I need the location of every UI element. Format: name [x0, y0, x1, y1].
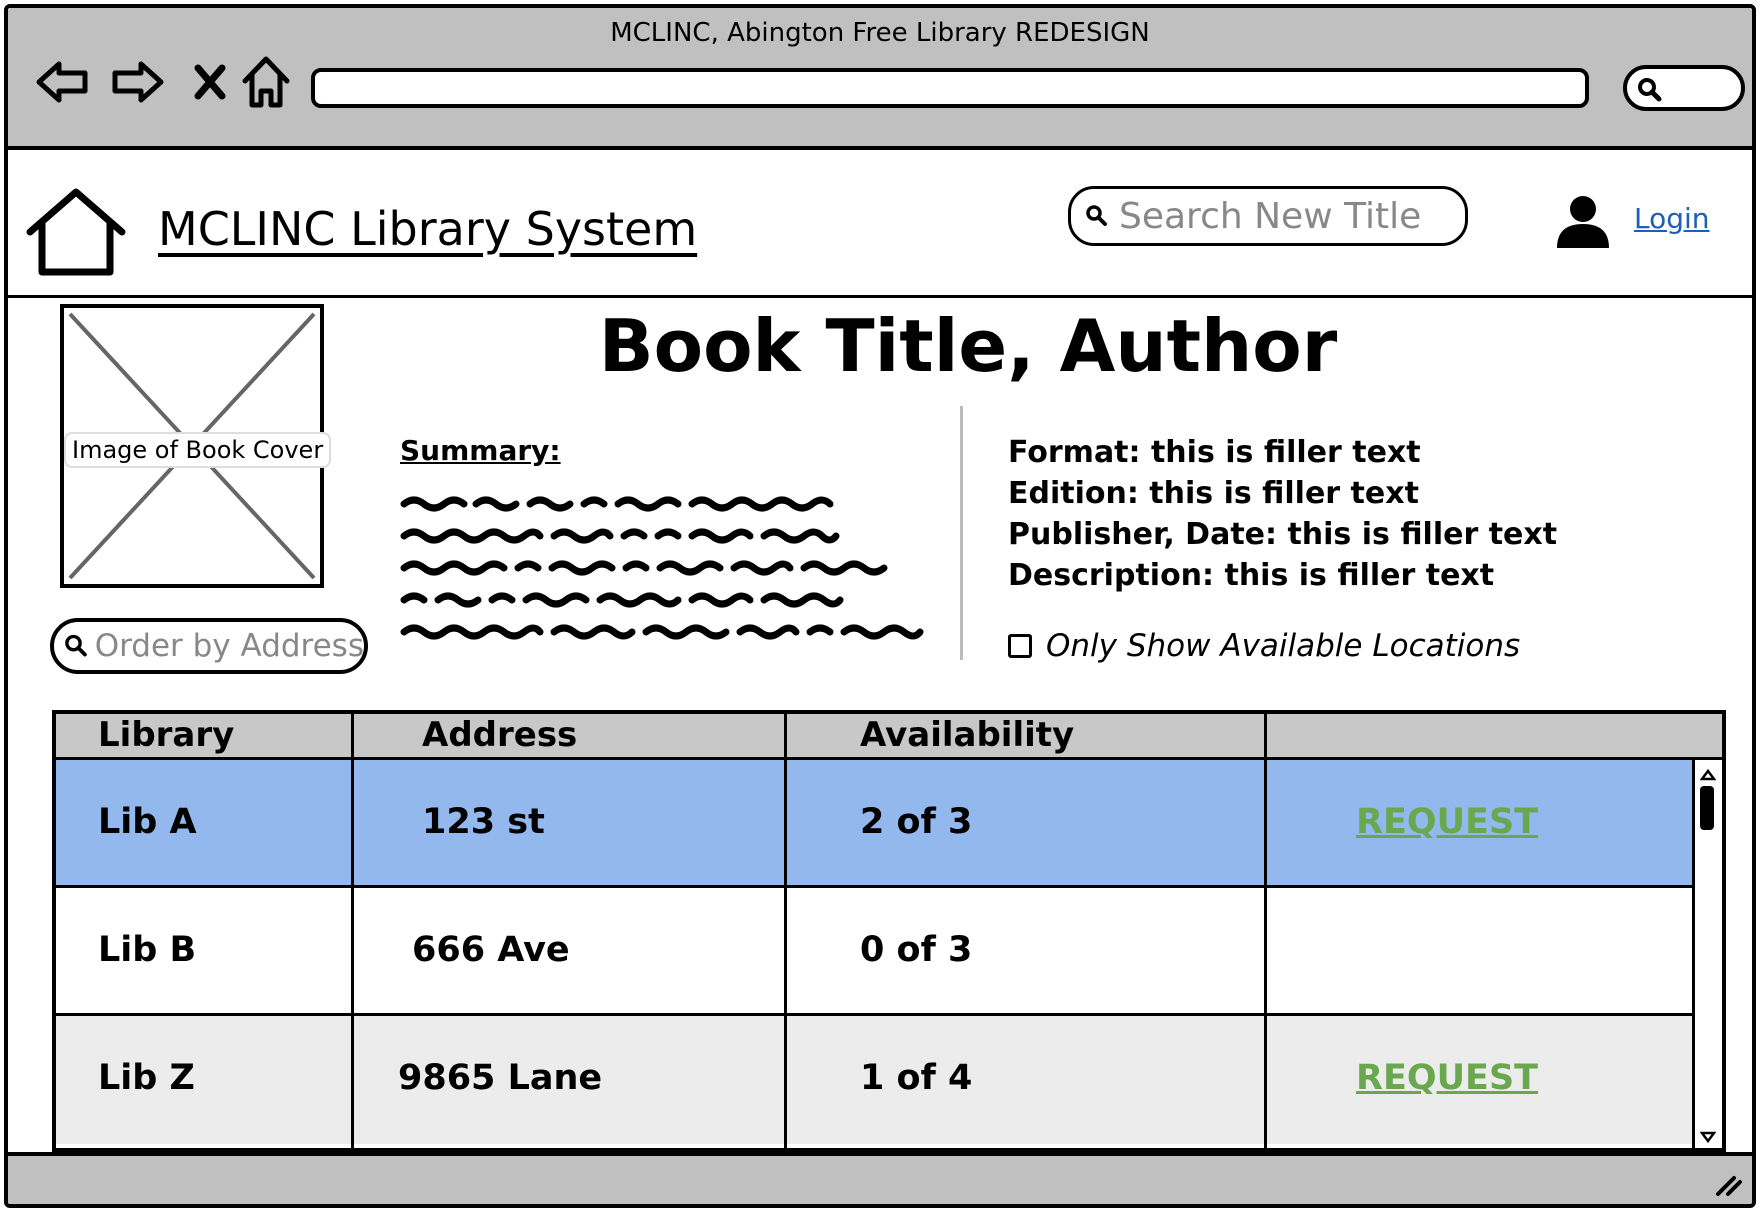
forward-arrow-icon[interactable]: [108, 52, 168, 112]
order-by-address-placeholder: Order by Address: [94, 628, 364, 664]
search-icon: [1638, 78, 1662, 102]
address-bar[interactable]: [311, 68, 1589, 108]
column-header-library: Library: [98, 715, 235, 755]
table-row[interactable]: Lib B 666 Ave 0 of 3: [56, 888, 1692, 1016]
availability-cell: 0 of 3: [860, 930, 973, 970]
book-metadata: Format: this is filler text Edition: thi…: [1008, 432, 1557, 596]
availability-cell: 2 of 3: [860, 802, 973, 842]
close-x-icon[interactable]: [180, 52, 240, 112]
search-icon: [1086, 205, 1107, 226]
book-cover-image: Image of Book Cover: [60, 304, 332, 588]
home-icon[interactable]: [236, 52, 296, 112]
description-text: Description: this is filler text: [1008, 558, 1495, 593]
summary-placeholder-scribble: [400, 496, 924, 640]
table-scrollbar[interactable]: [1692, 760, 1722, 1148]
column-divider: [351, 714, 354, 1148]
login-link[interactable]: Login: [1634, 202, 1710, 235]
address-cell: 9865 Lane: [398, 1058, 603, 1098]
order-by-address-field[interactable]: Order by Address: [50, 618, 368, 674]
library-cell: Lib A: [98, 802, 197, 842]
user-icon[interactable]: [1553, 194, 1613, 250]
scroll-thumb[interactable]: [1700, 786, 1714, 830]
only-available-checkbox[interactable]: Only Show Available Locations: [1008, 628, 1520, 664]
book-cover-label: Image of Book Cover: [64, 432, 332, 468]
site-home-icon[interactable]: [24, 186, 128, 278]
address-cell: 123 st: [422, 802, 545, 842]
column-header-address: Address: [422, 715, 578, 755]
browser-status-bar: [8, 1152, 1752, 1204]
table-header: Library Address Availability: [56, 714, 1722, 760]
availability-cell: 1 of 4: [860, 1058, 973, 1098]
table-row[interactable]: Lib Z 9865 Lane 1 of 4 REQUEST: [56, 1016, 1692, 1144]
book-title: Book Title, Author: [598, 304, 1338, 388]
request-link[interactable]: REQUEST: [1356, 1016, 1538, 1141]
browser-toolbar: MCLINC, Abington Free Library REDESIGN: [8, 8, 1752, 150]
request-link[interactable]: REQUEST: [1356, 760, 1538, 885]
column-divider: [1264, 714, 1267, 1148]
publisher-date-text: Publisher, Date: this is filler text: [1008, 517, 1558, 552]
browser-window: MCLINC, Abington Free Library REDESIGN M…: [4, 4, 1756, 1208]
browser-search-field[interactable]: [1623, 65, 1745, 111]
window-title: MCLINC, Abington Free Library REDESIGN: [610, 18, 1150, 48]
locations-table: Library Address Availability Lib A 123 s…: [52, 710, 1726, 1152]
resize-grip-icon[interactable]: [1714, 1170, 1744, 1198]
column-header-availability: Availability: [860, 715, 1075, 755]
table-row[interactable]: Lib A 123 st 2 of 3 REQUEST: [56, 760, 1692, 888]
site-title-link[interactable]: MCLINC Library System: [158, 202, 697, 256]
site-header: MCLINC Library System Login: [8, 150, 1752, 298]
summary-label: Summary:: [400, 434, 561, 467]
edition-text: Edition: this is filler text: [1008, 476, 1419, 511]
format-text: Format: this is filler text: [1008, 435, 1421, 470]
scroll-up-arrow-icon[interactable]: [1697, 764, 1719, 786]
section-divider: [960, 406, 963, 660]
title-search-input[interactable]: [1117, 194, 1461, 238]
column-divider: [784, 714, 787, 1148]
only-available-label: Only Show Available Locations: [1046, 628, 1521, 664]
back-arrow-icon[interactable]: [32, 52, 92, 112]
search-icon: [65, 634, 87, 657]
library-cell: Lib B: [98, 930, 197, 970]
title-search-field[interactable]: [1068, 186, 1468, 246]
checkbox-box[interactable]: [1008, 634, 1032, 658]
address-cell: 666 Ave: [412, 930, 570, 970]
scroll-down-arrow-icon[interactable]: [1697, 1126, 1719, 1148]
library-cell: Lib Z: [98, 1058, 195, 1098]
